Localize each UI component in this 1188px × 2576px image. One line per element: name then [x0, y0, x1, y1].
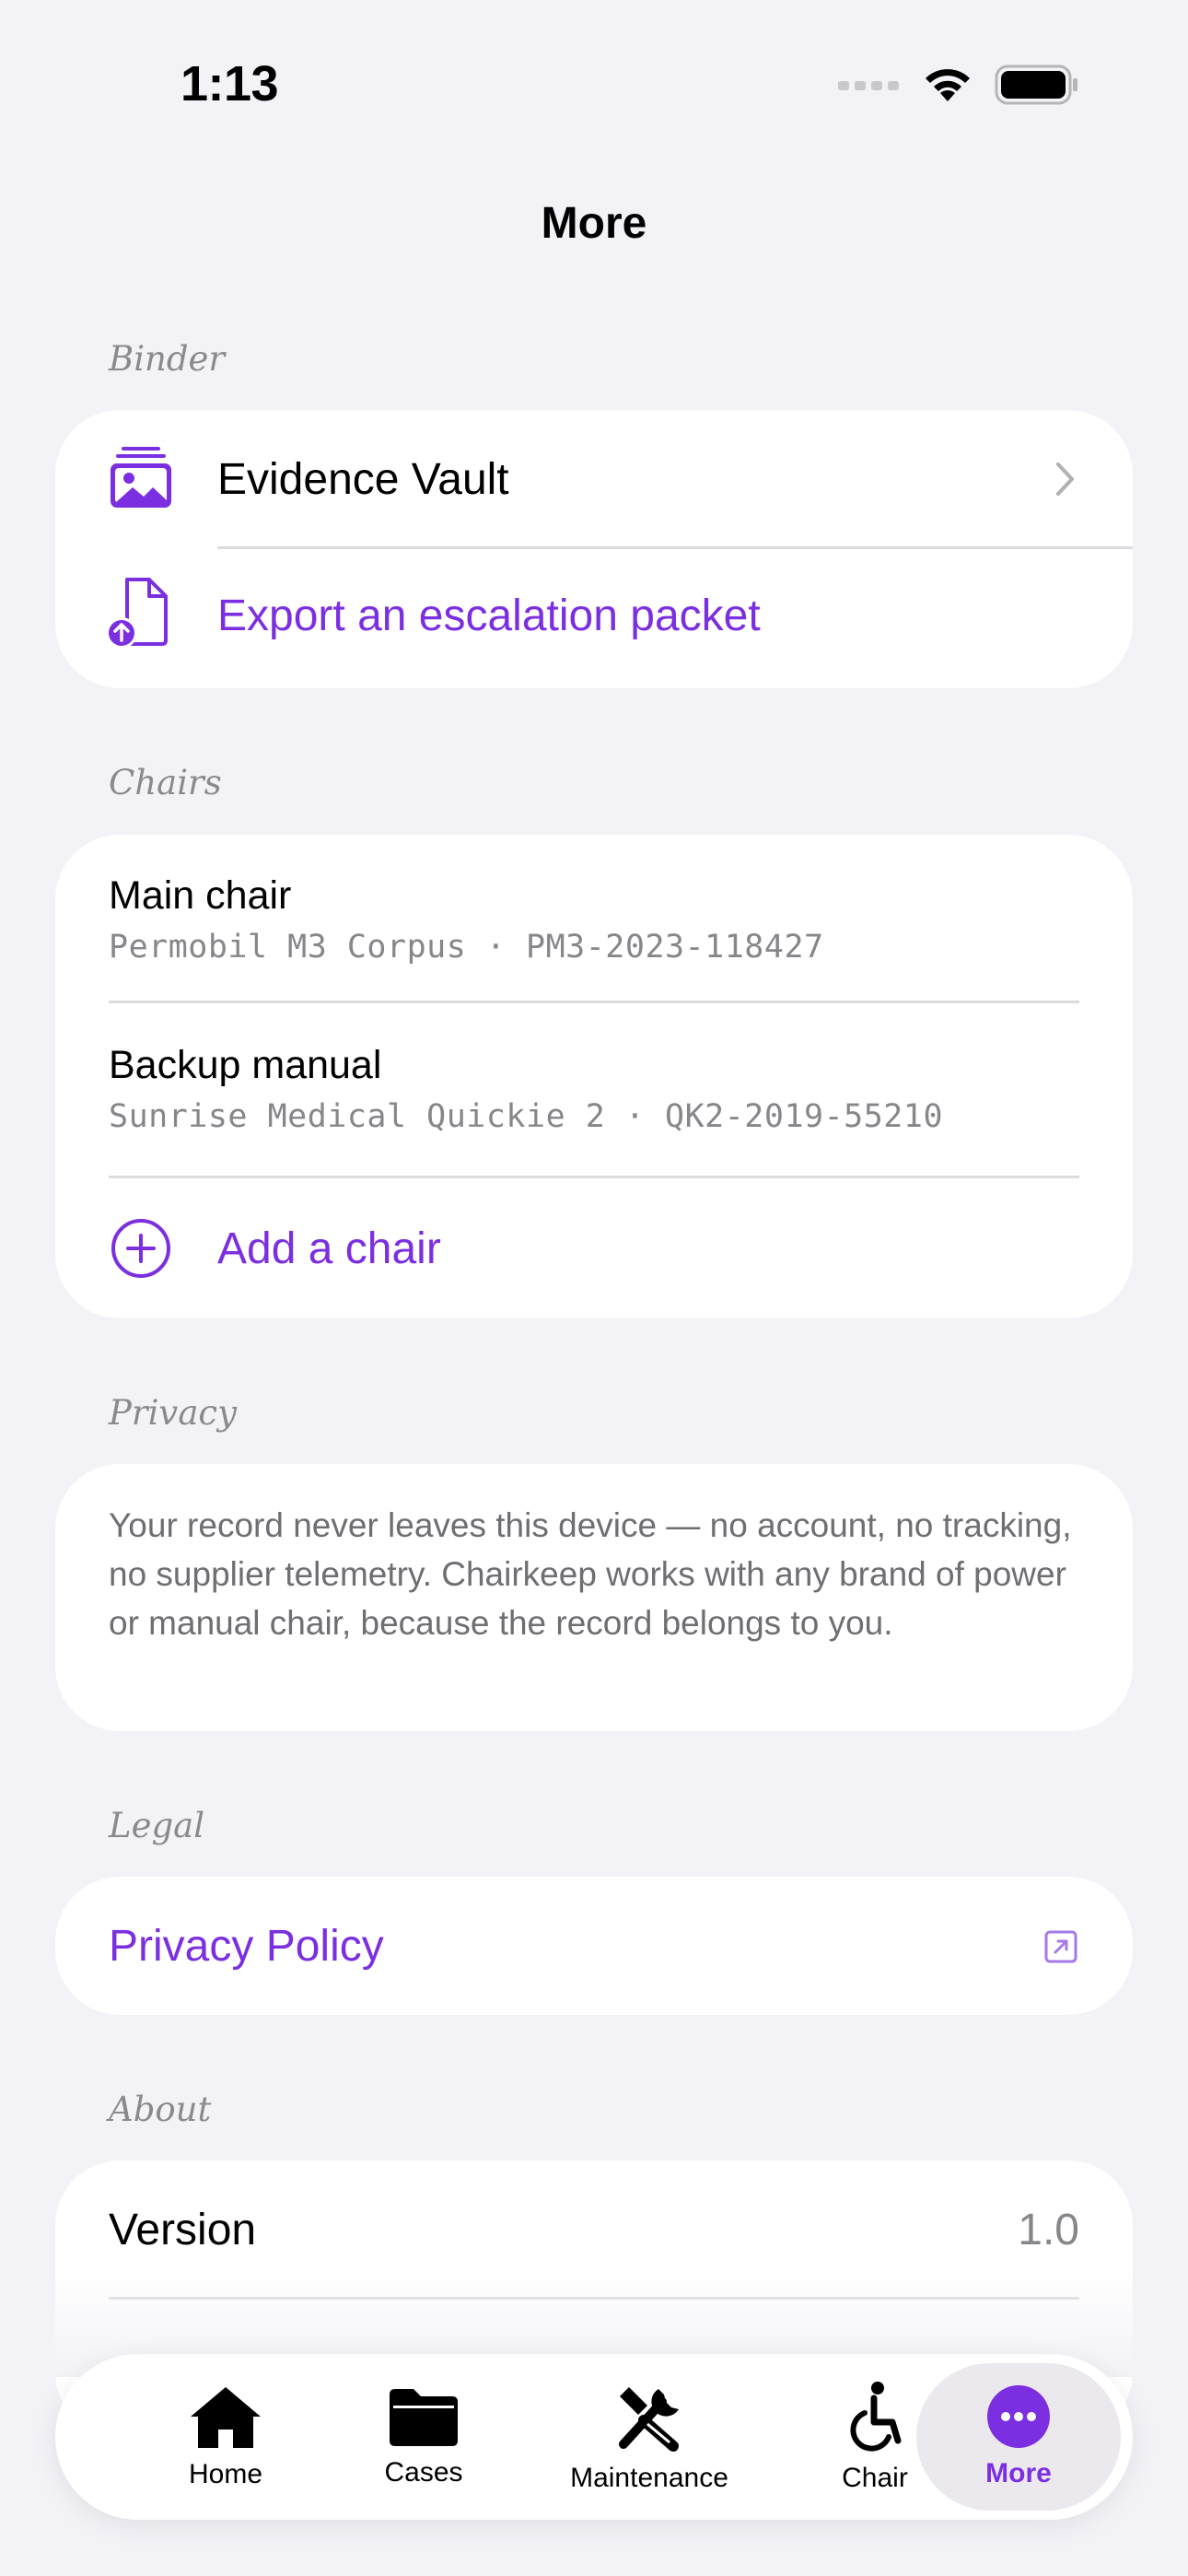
tab-maintenance[interactable]: Maintenance [520, 2354, 778, 2520]
version-label: Version [109, 2206, 257, 2254]
tab-label: More [985, 2458, 1052, 2488]
tab-cases[interactable]: Cases [313, 2354, 534, 2520]
document-upload-icon [106, 578, 168, 649]
folder-icon [390, 2389, 458, 2446]
tab-more[interactable]: More [916, 2363, 1121, 2511]
chair-row[interactable]: Main chair Permobil M3 Corpus · PM3-2023… [55, 835, 1133, 1002]
external-link-icon [1044, 1930, 1077, 1963]
tab-label: Home [188, 2459, 263, 2489]
home-icon [191, 2387, 261, 2448]
photo-stack-icon [111, 447, 171, 508]
tab-label: Maintenance [570, 2463, 728, 2493]
battery-icon [995, 64, 1077, 105]
export-packet-label: Export an escalation packet [217, 591, 761, 640]
section-header-binder: Binder [109, 339, 226, 379]
section-header-privacy: Privacy [109, 1393, 238, 1433]
cellular-signal-icon [838, 81, 899, 90]
evidence-vault-row[interactable]: Evidence Vault [55, 410, 1133, 548]
evidence-vault-label: Evidence Vault [217, 455, 509, 504]
chair-name: Main chair [109, 873, 292, 918]
privacy-card: Your record never leaves this device — n… [55, 1464, 1133, 1731]
page-title: More [541, 199, 647, 248]
legal-card: Privacy Policy [55, 1877, 1133, 2015]
chairs-card: Main chair Permobil M3 Corpus · PM3-2023… [55, 835, 1133, 1318]
status-time: 1:13 [181, 56, 279, 111]
binder-card: Evidence Vault Export an escalation pack… [55, 410, 1133, 688]
export-packet-row[interactable]: Export an escalation packet [55, 548, 1133, 688]
status-icons [838, 64, 1079, 105]
privacy-policy-link: Privacy Policy [109, 1922, 384, 1971]
wheelchair-icon [850, 2382, 902, 2452]
privacy-policy-row[interactable]: Privacy Policy [55, 1877, 1133, 2015]
add-chair-row[interactable]: Add a chair [55, 1177, 1133, 1318]
section-header-chairs: Chairs [109, 763, 222, 802]
chevron-right-icon [1056, 463, 1074, 496]
wifi-icon [926, 69, 970, 101]
chair-name: Backup manual [109, 1043, 382, 1087]
plus-circle-icon [111, 1219, 170, 1278]
chair-detail: Sunrise Medical Quickie 2 · QK2-2019-552… [109, 1098, 944, 1135]
more-icon [987, 2385, 1050, 2448]
chair-detail: Permobil M3 Corpus · PM3-2023-118427 [109, 929, 824, 966]
status-bar: 1:13 [0, 0, 1188, 175]
add-chair-label: Add a chair [217, 1224, 441, 1273]
section-header-about: About [109, 2090, 212, 2129]
tab-bar: Home Cases Maintenance Chair More [55, 2354, 1133, 2520]
tab-label: Cases [384, 2457, 463, 2488]
section-header-legal: Legal [109, 1806, 205, 1845]
version-value: 1.0 [1018, 2206, 1079, 2254]
privacy-text: Your record never leaves this device — n… [109, 1506, 1072, 1642]
tab-label: Chair [842, 2463, 908, 2493]
tab-home[interactable]: Home [111, 2354, 341, 2520]
tools-icon [619, 2387, 679, 2452]
chair-row[interactable]: Backup manual Sunrise Medical Quickie 2 … [55, 1002, 1133, 1176]
